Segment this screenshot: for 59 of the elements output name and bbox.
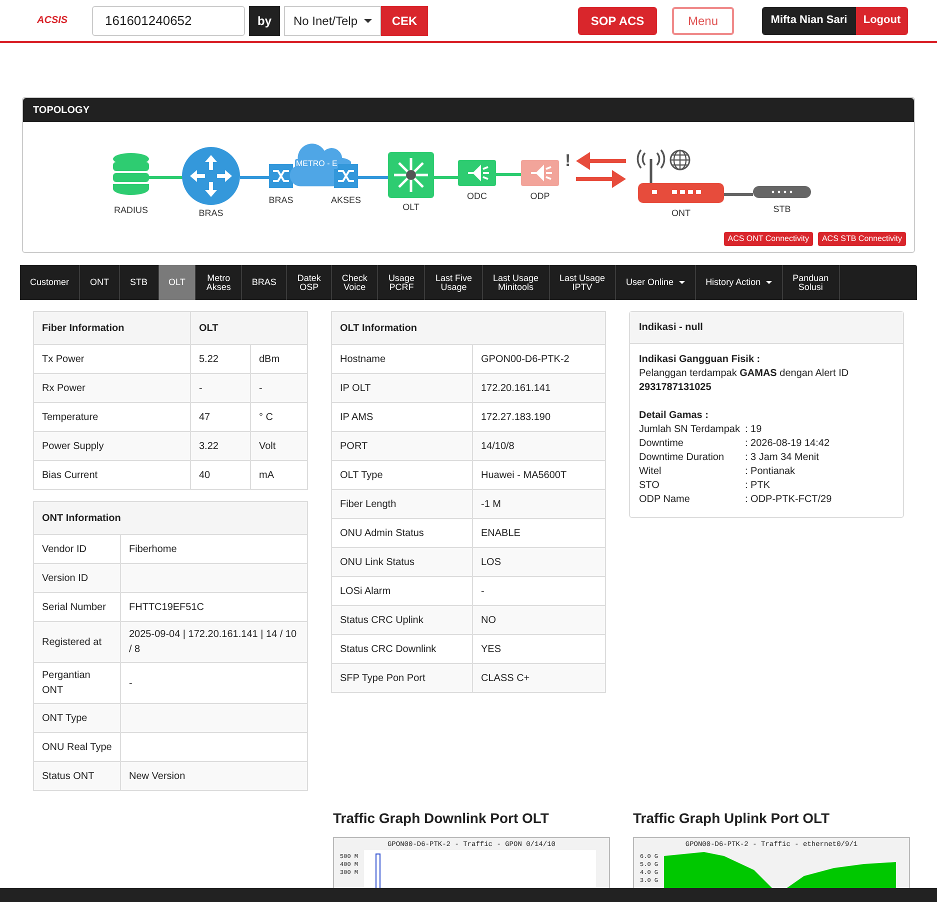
detail-value: : 3 Jam 34 Menit [745,451,819,465]
detail-label: STO [639,479,660,493]
table-cell: Status ONT [34,762,120,790]
detail-value: : 2026-08-19 14:42 [745,437,830,451]
exchange-arrows-icon [576,152,626,188]
node-label: STB [773,203,791,216]
detail-label: Downtime Duration [639,451,726,465]
acs-connectivity-button[interactable]: ACS ONT Connectivity [724,232,813,246]
card-header: Indikasi - null [630,312,903,344]
table-cell: Fiberhome [129,544,177,554]
node-label: AKSES [331,194,361,207]
detail-value: : 19 [745,423,762,437]
table-cell: - [129,678,132,688]
node-label: RADIUS [114,204,148,217]
logo: ACSIS [37,14,69,28]
globe-icon [669,149,691,171]
nav-tab[interactable]: OLT [158,265,196,300]
menu-button[interactable]: Menu [672,6,734,34]
sop-button[interactable]: SOP ACS [578,6,657,34]
logout-button[interactable]: Logout [856,6,908,34]
topology-header: TOPOLOGY [23,98,914,122]
user-name: Mifta Nian Sari [762,6,856,34]
nav-tab[interactable]: Customer [20,265,80,300]
search-type-dropdown[interactable]: No Inet/Telp [284,6,381,36]
table-cell: SFP Type Pon Port [332,664,472,692]
node-label: METRO - E [295,159,338,169]
node-label: ODC [467,190,487,203]
table-cell: FHTTC19EF51C [129,602,204,612]
graph-title: Traffic Graph Uplink Port OLT [633,809,831,828]
indication-heading: Indikasi Gangguan Fisik : [639,353,762,367]
alert-id: 2931787131025 [639,381,712,395]
detail-label: Jumlah SN Terdampak [639,423,741,437]
by-label: by [249,6,280,36]
caret-icon [364,18,372,22]
table-cell: 2025-09-04 | 172.20.161.141 | 14 / 10 / 8 [129,629,297,655]
node-label: BRAS [198,207,224,220]
search-field[interactable]: 161601240652 [92,6,245,36]
table-cell: CLASS C+ [472,664,606,692]
check-button[interactable]: CEK [381,6,428,36]
table-cell: mA [250,460,308,490]
node-label: BRAS [268,194,294,207]
detail-label: ODP Name [639,493,691,507]
node-label: ODP [530,190,550,203]
node-label: ONT [672,207,690,220]
antenna-icon [636,149,666,183]
detail-heading: Detail Gamas : [639,409,710,423]
detail-value: : PTK [745,479,770,493]
table-cell: New Version [129,770,186,782]
indication-message: Pelanggan terdampak GAMAS dengan Alert ID [639,367,850,381]
acs-connectivity-button[interactable]: ACS STB Connectivity [818,232,906,246]
node-label: OLT [402,201,420,214]
detail-label: Witel [639,465,662,479]
table-cell: 40 [190,460,250,490]
alert-mark: ! [565,150,571,172]
detail-label: Downtime [639,437,684,451]
detail-value: : Pontianak [745,465,796,479]
graph-title: Traffic Graph Downlink Port OLT [333,809,550,828]
detail-value: : ODP-PTK-FCT/29 [745,493,832,507]
table-cell: Bias Current [34,460,190,490]
